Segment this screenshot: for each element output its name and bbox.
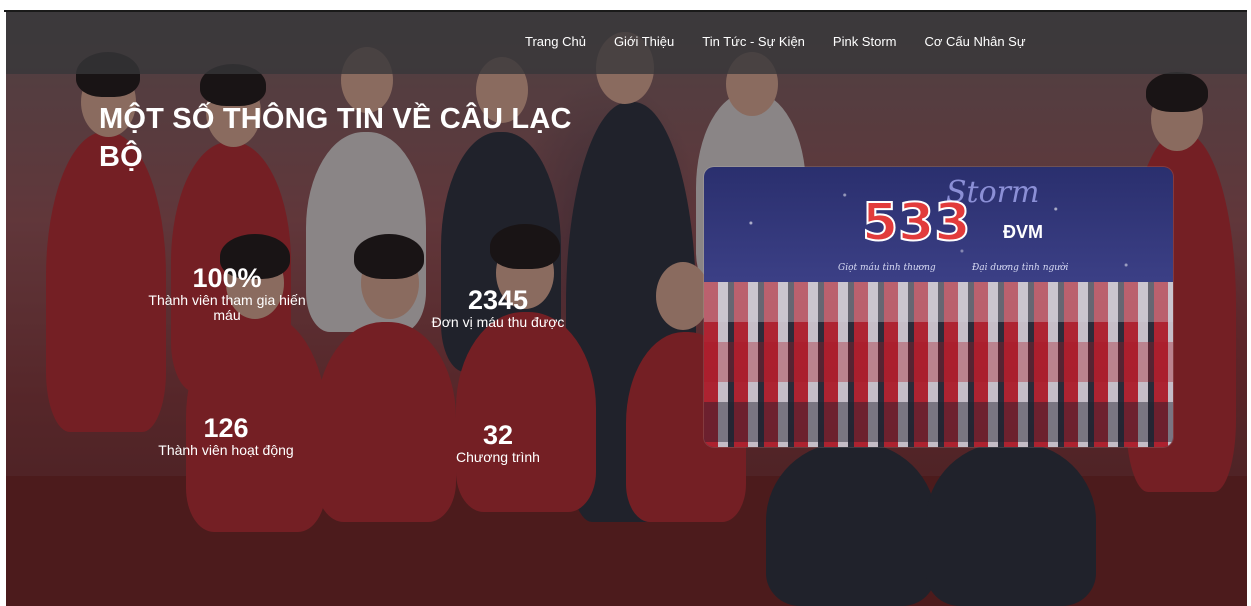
nav-item-trang-chu[interactable]: Trang Chủ [525, 34, 586, 49]
stat-programs: 32 Chương trình [436, 420, 560, 465]
section-title-line2: BỘ [99, 141, 143, 173]
top-rule [0, 0, 1251, 12]
stat-label: Đơn vị máu thu được [431, 314, 565, 330]
feature-unit: ĐVM [1003, 222, 1043, 242]
stat-label: Thành viên hoạt động [158, 442, 294, 458]
stat-members-donating: 100% Thành viên tham gia hiến máu [134, 263, 320, 323]
stat-blood-units: 2345 Đơn vị máu thu được [418, 285, 578, 330]
stat-active-members: 126 Thành viên hoạt động [146, 413, 306, 458]
stat-value: 2345 [467, 285, 529, 315]
section-title: MỘT SỐ THÔNG TIN VỀ CÂU LẠC BỘ [99, 100, 659, 176]
stat-value: 126 [203, 413, 249, 443]
feature-group-photo: Storm 533 ĐVM Giọt máu tình thương Đại d… [704, 167, 1173, 447]
stat-value: 32 [482, 420, 514, 450]
nav-item-pink-storm[interactable]: Pink Storm [833, 34, 897, 49]
hero-section: Trang Chủ Giới Thiệu Tin Tức - Sự Kiện P… [6, 12, 1247, 606]
nav-item-tin-tuc-su-kien[interactable]: Tin Tức - Sự Kiện [702, 34, 805, 49]
nav-item-co-cau-nhan-su[interactable]: Cơ Cấu Nhân Sự [924, 34, 1025, 49]
section-title-line1: MỘT SỐ THÔNG TIN VỀ CÂU LẠC [99, 103, 572, 135]
feature-tagline-left: Giọt máu tình thương [838, 263, 936, 273]
stat-value: 100% [192, 263, 262, 293]
group-photo-crowd [704, 282, 1173, 447]
nav-menu: Trang Chủ Giới Thiệu Tin Tức - Sự Kiện P… [525, 34, 1054, 49]
nav-item-gioi-thieu[interactable]: Giới Thiệu [614, 34, 674, 49]
stat-label: Chương trình [456, 449, 540, 465]
stat-label: Thành viên tham gia hiến máu [148, 292, 306, 323]
top-navbar: Trang Chủ Giới Thiệu Tin Tức - Sự Kiện P… [6, 12, 1247, 74]
feature-tagline-right: Đại dương tình người [972, 263, 1069, 273]
feature-count: 533 [861, 193, 972, 253]
